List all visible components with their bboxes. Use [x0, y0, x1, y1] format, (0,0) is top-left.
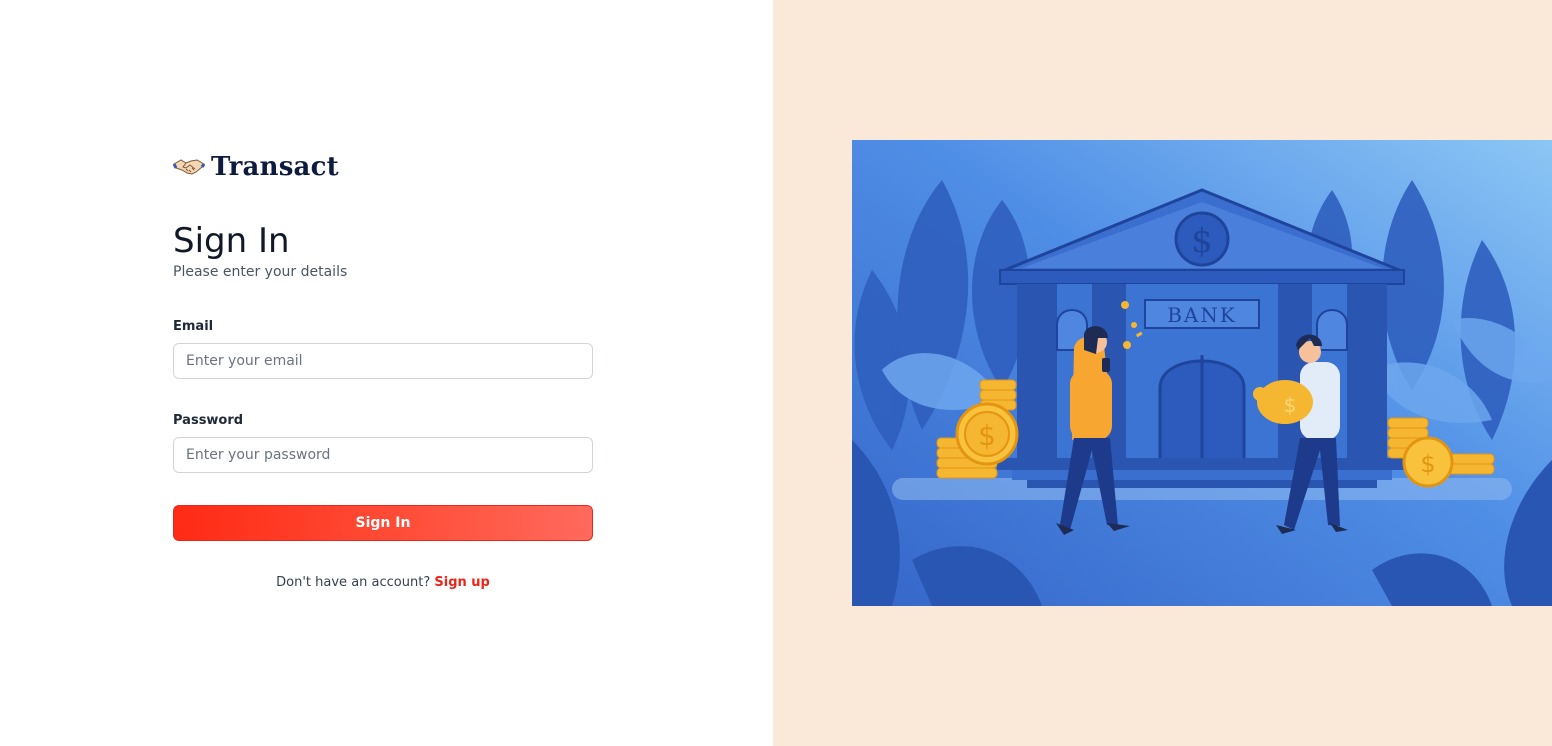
password-field[interactable]: [174, 438, 592, 472]
brand-logo: Transact: [172, 152, 339, 182]
page-subtitle: Please enter your details: [173, 264, 348, 280]
page-title: Sign In: [173, 221, 290, 261]
coin-symbol-right: $: [1420, 450, 1435, 478]
password-label: Password: [173, 413, 244, 428]
bank-seal-symbol: $: [1191, 221, 1213, 261]
illustration-panel: $ BANK $ $ $: [773, 0, 1552, 746]
sign-in-page: Transact Sign In Please enter your detai…: [0, 0, 1552, 746]
email-field-wrapper: [173, 343, 593, 379]
signup-prompt-line: Don't have an account? Sign up: [173, 575, 593, 590]
password-field-wrapper: [173, 437, 593, 473]
bank-sign-text: BANK: [1167, 303, 1237, 327]
form-panel: Transact Sign In Please enter your detai…: [0, 0, 773, 746]
signup-prompt-text: Don't have an account?: [276, 575, 431, 590]
email-label: Email: [173, 319, 214, 334]
sign-up-link[interactable]: Sign up: [434, 575, 489, 590]
handshake-icon: [172, 155, 206, 179]
piggy-bank-symbol: $: [1284, 393, 1297, 417]
bank-illustration: $ BANK $ $ $: [852, 140, 1552, 606]
brand-name: Transact: [211, 152, 339, 182]
coin-symbol-left: $: [978, 419, 996, 452]
sign-in-button[interactable]: Sign In: [173, 505, 593, 541]
email-field[interactable]: [174, 344, 592, 378]
